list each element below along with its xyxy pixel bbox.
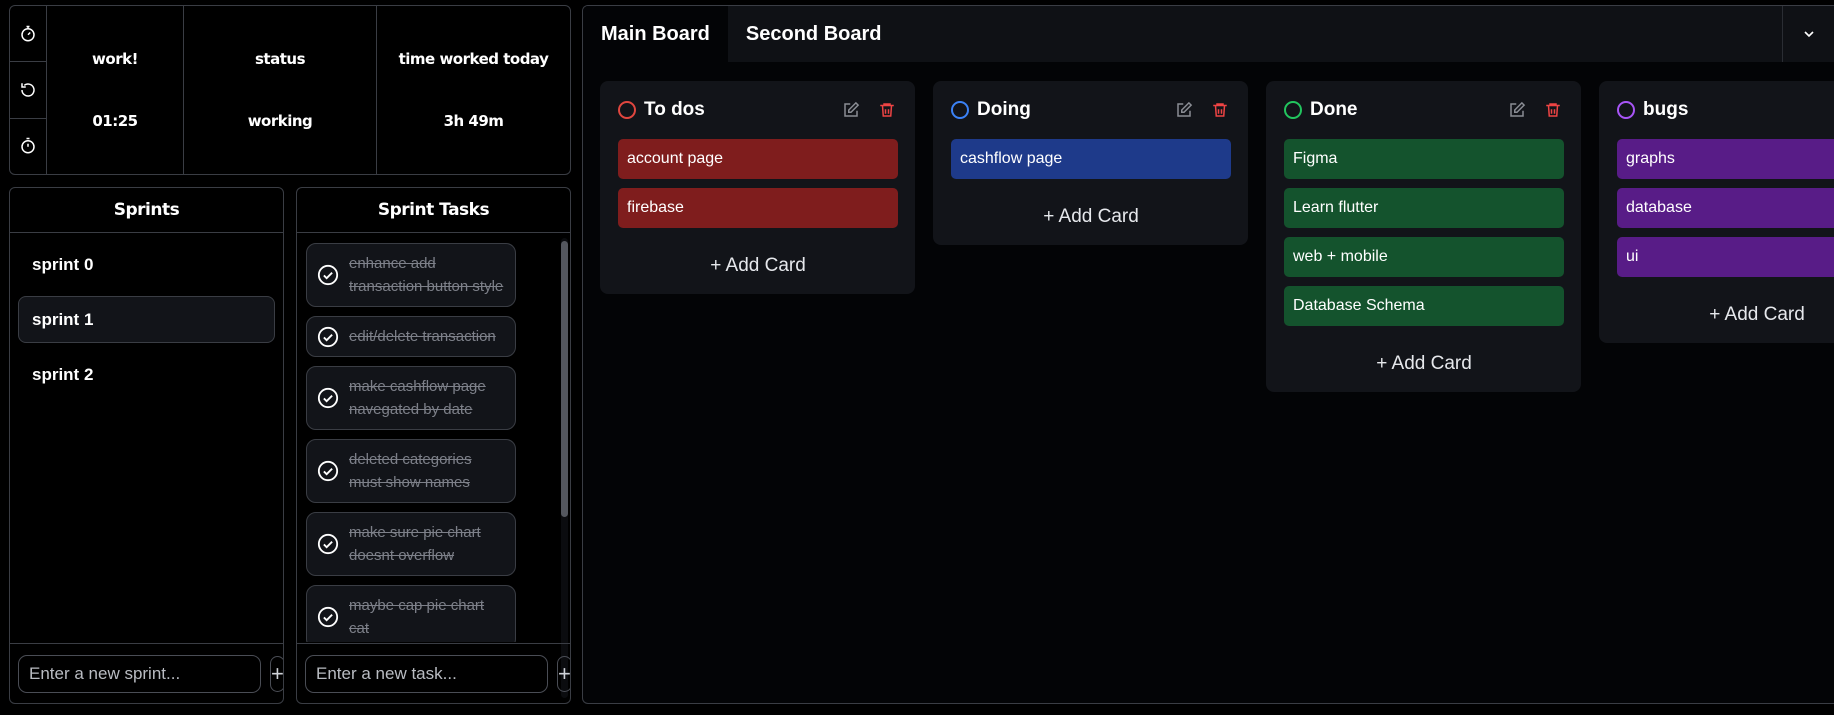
task-item[interactable]: deleted categories must show names <box>306 439 516 503</box>
task-card[interactable]: ui <box>1617 237 1834 277</box>
check-circle-icon[interactable] <box>317 387 339 409</box>
sprint-tasks-panel: Sprint Tasks enhance add transaction but… <box>296 187 571 704</box>
reset-icon[interactable] <box>10 62 46 119</box>
task-card[interactable]: firebase <box>618 188 898 228</box>
sprints-title: Sprints <box>10 188 283 233</box>
sprint-list: sprint 0 sprint 1 sprint 2 <box>10 233 283 414</box>
column-header: bugs <box>1617 81 1834 139</box>
task-label: make sure pie chart doesnt overflow <box>349 524 481 564</box>
task-item[interactable]: make cashflow page navegated by date <box>306 366 516 430</box>
column-title: Done <box>1310 99 1358 120</box>
edit-icon[interactable] <box>1506 99 1528 121</box>
time-today-label: time worked today <box>398 50 549 68</box>
column-header: Doing <box>951 81 1231 139</box>
column-color-dot <box>618 101 636 119</box>
column-title: To dos <box>644 99 705 120</box>
time-today-box: time worked today 3h 49m <box>377 6 570 174</box>
task-label: enhance add transaction button style <box>349 255 504 295</box>
task-scrollbar[interactable] <box>561 238 568 698</box>
board-tab[interactable]: Second Board <box>728 6 900 62</box>
column-color-dot <box>951 101 969 119</box>
check-circle-icon[interactable] <box>317 326 339 348</box>
time-today-value: 3h 49m <box>443 112 504 130</box>
add-task-button[interactable]: + <box>557 655 571 692</box>
work-label: work! <box>92 50 138 68</box>
task-item[interactable]: edit/delete transaction <box>306 316 516 357</box>
delete-icon[interactable] <box>876 99 898 121</box>
add-sprint-button[interactable]: + <box>270 655 284 692</box>
new-sprint-input[interactable] <box>18 654 261 693</box>
timer-icon-bar <box>10 6 47 174</box>
column-header: Done <box>1284 81 1564 139</box>
work-value: 01:25 <box>92 112 138 130</box>
task-item[interactable]: enhance add transaction button style <box>306 243 516 307</box>
column-title: Doing <box>977 99 1031 120</box>
task-scrollbar-thumb[interactable] <box>561 241 568 517</box>
timer-icon[interactable] <box>10 119 46 174</box>
sprint-item[interactable]: sprint 2 <box>18 351 275 398</box>
check-circle-icon[interactable] <box>317 460 339 482</box>
board-column: Doing cashflow page + Add Card <box>933 81 1248 245</box>
board-column: bugs graphs database ui + Add Card <box>1599 81 1834 343</box>
task-card[interactable]: web + mobile <box>1284 237 1564 277</box>
app-root: work! 01:25 status working time worked t… <box>0 0 1834 715</box>
add-card-button[interactable]: + Add Card <box>1284 335 1564 392</box>
task-label: maybe cap pie chart cat <box>349 597 485 637</box>
status-box: status working <box>184 6 377 174</box>
board-column: To dos account page firebase + Add Card <box>600 81 915 294</box>
edit-icon[interactable] <box>840 99 862 121</box>
add-card-button[interactable]: + Add Card <box>951 188 1231 245</box>
add-card-button[interactable]: + Add Card <box>1617 286 1834 343</box>
work-timer: work! 01:25 <box>47 6 184 174</box>
add-card-button[interactable]: + Add Card <box>618 237 898 294</box>
task-item[interactable]: maybe cap pie chart cat <box>306 585 516 642</box>
task-list: enhance add transaction button style edit… <box>297 234 558 642</box>
task-card[interactable]: graphs <box>1617 139 1834 179</box>
task-item[interactable]: make sure pie chart doesnt overflow <box>306 512 516 576</box>
board-tabs: Main Board Second Board <box>583 6 1834 62</box>
task-label: edit/delete transaction <box>349 328 496 345</box>
task-label: deleted categories must show names <box>349 451 472 491</box>
task-card[interactable]: database <box>1617 188 1834 228</box>
check-circle-icon[interactable] <box>317 533 339 555</box>
sprint-item[interactable]: sprint 1 <box>18 296 275 343</box>
column-header: To dos <box>618 81 898 139</box>
sprint-tasks-title: Sprint Tasks <box>297 188 570 233</box>
status-label: status <box>255 50 306 68</box>
column-title: bugs <box>1643 99 1689 120</box>
task-card[interactable]: account page <box>618 139 898 179</box>
column-color-dot <box>1284 101 1302 119</box>
plus-icon: + <box>271 660 284 686</box>
chevron-down-icon <box>1803 31 1814 38</box>
sprint-input-bar: + <box>10 643 283 703</box>
timer-panel: work! 01:25 status working time worked t… <box>9 5 571 175</box>
column-color-dot <box>1617 101 1635 119</box>
delete-icon[interactable] <box>1209 99 1231 121</box>
check-circle-icon[interactable] <box>317 264 339 286</box>
plus-icon: + <box>558 660 571 686</box>
stopwatch-icon[interactable] <box>10 6 46 63</box>
check-circle-icon[interactable] <box>317 606 339 628</box>
board-tab[interactable]: Main Board <box>583 6 728 62</box>
task-input-bar: + <box>297 643 570 703</box>
task-label: make cashflow page navegated by date <box>349 378 486 418</box>
sprint-item[interactable]: sprint 0 <box>18 241 275 288</box>
sprints-panel: Sprints sprint 0 sprint 1 sprint 2 + <box>9 187 284 704</box>
status-value: working <box>247 112 313 130</box>
task-card[interactable]: Database Schema <box>1284 286 1564 326</box>
edit-icon[interactable] <box>1173 99 1195 121</box>
delete-icon[interactable] <box>1542 99 1564 121</box>
boards-dropdown-button[interactable] <box>1782 6 1834 62</box>
board-column: Done Figma Learn flutter web + mobile Databa… <box>1266 81 1581 392</box>
kanban-board: Main Board Second Board To dos account pag… <box>582 5 1834 704</box>
task-card[interactable]: cashflow page <box>951 139 1231 179</box>
task-card[interactable]: Figma <box>1284 139 1564 179</box>
new-task-input[interactable] <box>305 654 548 693</box>
task-card[interactable]: Learn flutter <box>1284 188 1564 228</box>
